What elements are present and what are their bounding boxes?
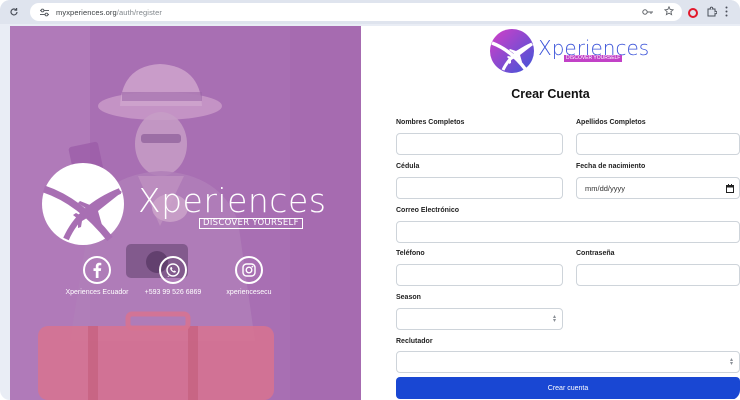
crear-cuenta-button[interactable]: Crear cuenta <box>396 377 740 399</box>
select-arrows-icon: ▴ ▾ <box>729 357 733 367</box>
reclutador-select[interactable]: ▴ ▾ <box>396 351 740 373</box>
extensions-icon[interactable] <box>706 4 718 22</box>
hero-brand-logo: Xperiences DISCOVER YOURSELF <box>40 161 340 251</box>
nombres-input[interactable] <box>396 133 563 155</box>
hero-panel: Xperiences DISCOVER YOURSELF Xperiences … <box>10 26 361 400</box>
apellidos-input[interactable] <box>576 133 740 155</box>
url-path: /auth/register <box>116 7 162 17</box>
address-bar[interactable]: myxperiences.org/auth/register <box>30 3 682 21</box>
form-logo-tagline: DISCOVER YOURSELF <box>564 55 623 62</box>
correo-input[interactable] <box>396 221 740 243</box>
fecha-label: Fecha de nacimiento <box>576 163 646 170</box>
season-select[interactable]: ▴ ▾ <box>396 308 563 330</box>
hero-brand-name: Xperiences <box>138 181 327 220</box>
url-domain: myxperiences.org <box>56 7 117 17</box>
instagram-icon[interactable] <box>235 256 263 284</box>
correo-label: Correo Electrónico <box>396 207 460 214</box>
url-text: myxperiences.org/auth/register <box>56 8 162 17</box>
browser-window: myxperiences.org/auth/register Xperience… <box>0 0 740 400</box>
telefono-label: Teléfono <box>396 250 425 257</box>
calendar-icon[interactable] <box>726 184 734 193</box>
airplane-logo-icon <box>42 163 124 245</box>
whatsapp-icon[interactable] <box>159 256 187 284</box>
more-icon[interactable] <box>725 4 728 22</box>
cedula-input[interactable] <box>396 177 563 199</box>
form-title: Crear Cuenta <box>511 87 590 101</box>
telefono-input[interactable] <box>396 264 563 286</box>
form-logo: Xperiences DISCOVER YOURSELF <box>489 28 649 74</box>
hero-brand-tagline: DISCOVER YOURSELF <box>199 218 303 229</box>
fecha-value: mm/dd/yyyy <box>585 183 626 193</box>
register-form-panel: Xperiences DISCOVER YOURSELF Crear Cuent… <box>361 26 740 400</box>
star-icon[interactable] <box>663 3 675 21</box>
reclutador-label: Reclutador <box>396 338 433 345</box>
contrasena-input[interactable] <box>576 264 740 286</box>
facebook-icon[interactable] <box>83 256 111 284</box>
contrasena-label: Contraseña <box>576 250 615 257</box>
fecha-nacimiento-input[interactable]: mm/dd/yyyy <box>576 177 740 199</box>
page-content: Xperiences DISCOVER YOURSELF Xperiences … <box>10 26 740 400</box>
cedula-label: Cédula <box>396 163 420 170</box>
reload-icon[interactable] <box>6 4 22 20</box>
browser-toolbar: myxperiences.org/auth/register <box>0 0 740 24</box>
season-label: Season <box>396 294 421 301</box>
airplane-logo-icon <box>490 29 534 73</box>
social-instagram[interactable]: xperiencesecu <box>194 256 304 296</box>
nombres-label: Nombres Completos <box>396 119 465 126</box>
password-key-icon[interactable] <box>642 3 654 21</box>
site-settings-icon[interactable] <box>38 7 50 17</box>
apellidos-label: Apellidos Completos <box>576 119 646 126</box>
opera-icon[interactable] <box>688 8 698 18</box>
select-arrows-icon: ▴ ▾ <box>552 314 556 324</box>
social-label: xperiencesecu <box>226 289 272 296</box>
